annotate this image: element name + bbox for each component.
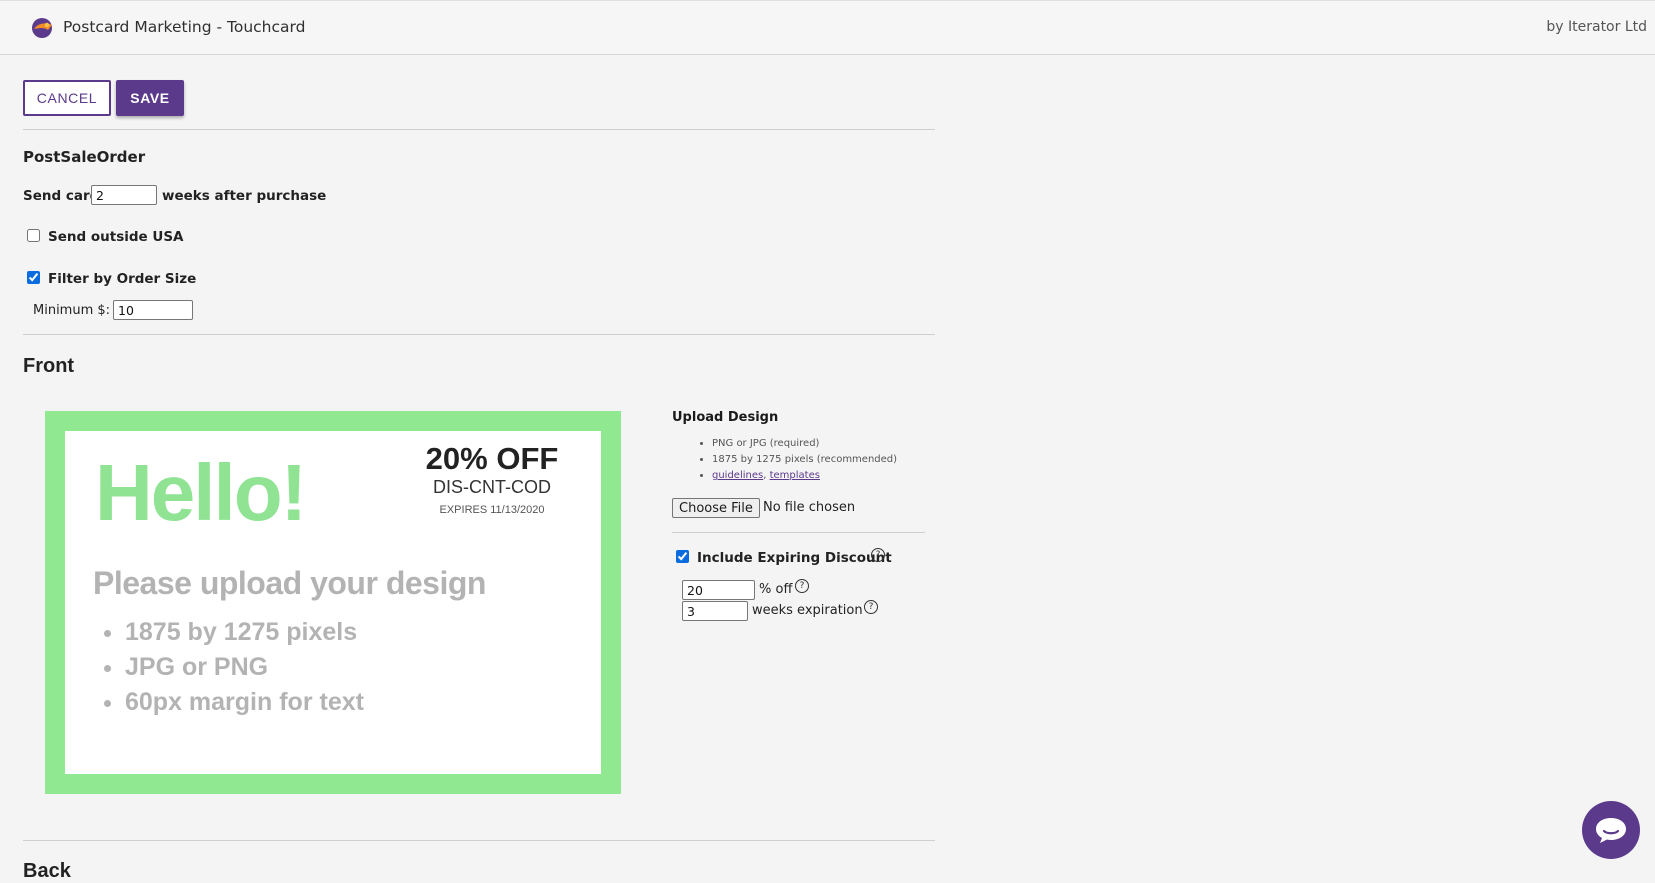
send-outside-usa-label: Send outside USA [48, 229, 184, 245]
discount-percent-input[interactable] [682, 580, 755, 600]
minimum-amount-input[interactable] [113, 300, 193, 320]
postcard-requirement: JPG or PNG [125, 650, 364, 685]
upload-requirement: 1875 by 1275 pixels (recommended) [712, 452, 897, 468]
guidelines-link[interactable]: guidelines [712, 470, 763, 481]
send-card-suffix: weeks after purchase [162, 188, 327, 204]
upload-design-title: Upload Design [672, 410, 779, 425]
byline: by Iterator Ltd [1546, 19, 1647, 35]
postcard-discount-code: DIS-CNT-COD [433, 477, 551, 497]
help-icon[interactable]: ? [871, 548, 885, 562]
front-heading: Front [23, 355, 75, 377]
postcard-greeting: Hello! [95, 448, 307, 537]
postcard-expiration: EXPIRES 11/13/2020 [439, 504, 545, 516]
back-heading: Back [23, 860, 71, 882]
automation-name: PostSaleOrder [23, 148, 146, 166]
filter-order-size-checkbox[interactable] [27, 271, 40, 284]
weeks-expiration-label: weeks expiration [752, 603, 863, 618]
postcard-front-preview: Hello! 20% OFF DIS-CNT-COD EXPIRES 11/13… [45, 411, 621, 794]
upload-links: guidelines, templates [712, 468, 897, 484]
send-weeks-input[interactable] [91, 185, 157, 205]
percent-off-label: % off [759, 582, 793, 597]
postcard-offer: 20% OFF DIS-CNT-COD EXPIRES 11/13/2020 [417, 441, 567, 516]
touchcard-logo-icon [32, 18, 52, 38]
upload-requirements: PNG or JPG (required) 1875 by 1275 pixel… [672, 436, 897, 484]
postcard-discount-percent: 20% OFF [425, 441, 559, 476]
divider [672, 532, 925, 533]
chat-bubble-icon [1596, 818, 1626, 843]
send-outside-usa-checkbox[interactable] [27, 229, 40, 242]
postcard-canvas: Hello! 20% OFF DIS-CNT-COD EXPIRES 11/13… [65, 431, 601, 774]
minimum-label: Minimum $: [33, 303, 111, 318]
cancel-button[interactable]: CANCEL [23, 80, 111, 116]
send-card-label: Send card [23, 188, 100, 204]
postcard-requirement: 60px margin for text [125, 685, 364, 720]
divider [23, 334, 935, 335]
top-bar: Postcard Marketing - Touchcard by Iterat… [0, 0, 1655, 55]
choose-file-button[interactable]: Choose File [672, 498, 760, 518]
postcard-requirements: 1875 by 1275 pixels JPG or PNG 60px marg… [105, 615, 364, 720]
postcard-requirement: 1875 by 1275 pixels [125, 615, 364, 650]
templates-link[interactable]: templates [770, 470, 820, 481]
divider [23, 129, 935, 130]
divider [23, 840, 935, 841]
include-discount-checkbox[interactable] [676, 550, 689, 563]
file-status: No file chosen [763, 500, 856, 515]
app-title: Postcard Marketing - Touchcard [63, 18, 306, 36]
help-icon[interactable]: ? [795, 579, 809, 593]
discount-weeks-input[interactable] [682, 601, 748, 621]
postcard-upload-message: Please upload your design [93, 565, 486, 601]
save-button[interactable]: SAVE [116, 80, 184, 116]
upload-requirement: PNG or JPG (required) [712, 436, 897, 452]
chat-button[interactable] [1582, 801, 1640, 859]
help-icon[interactable]: ? [864, 600, 878, 614]
include-discount-label: Include Expiring Discount [697, 550, 892, 566]
filter-order-size-label: Filter by Order Size [48, 271, 197, 287]
